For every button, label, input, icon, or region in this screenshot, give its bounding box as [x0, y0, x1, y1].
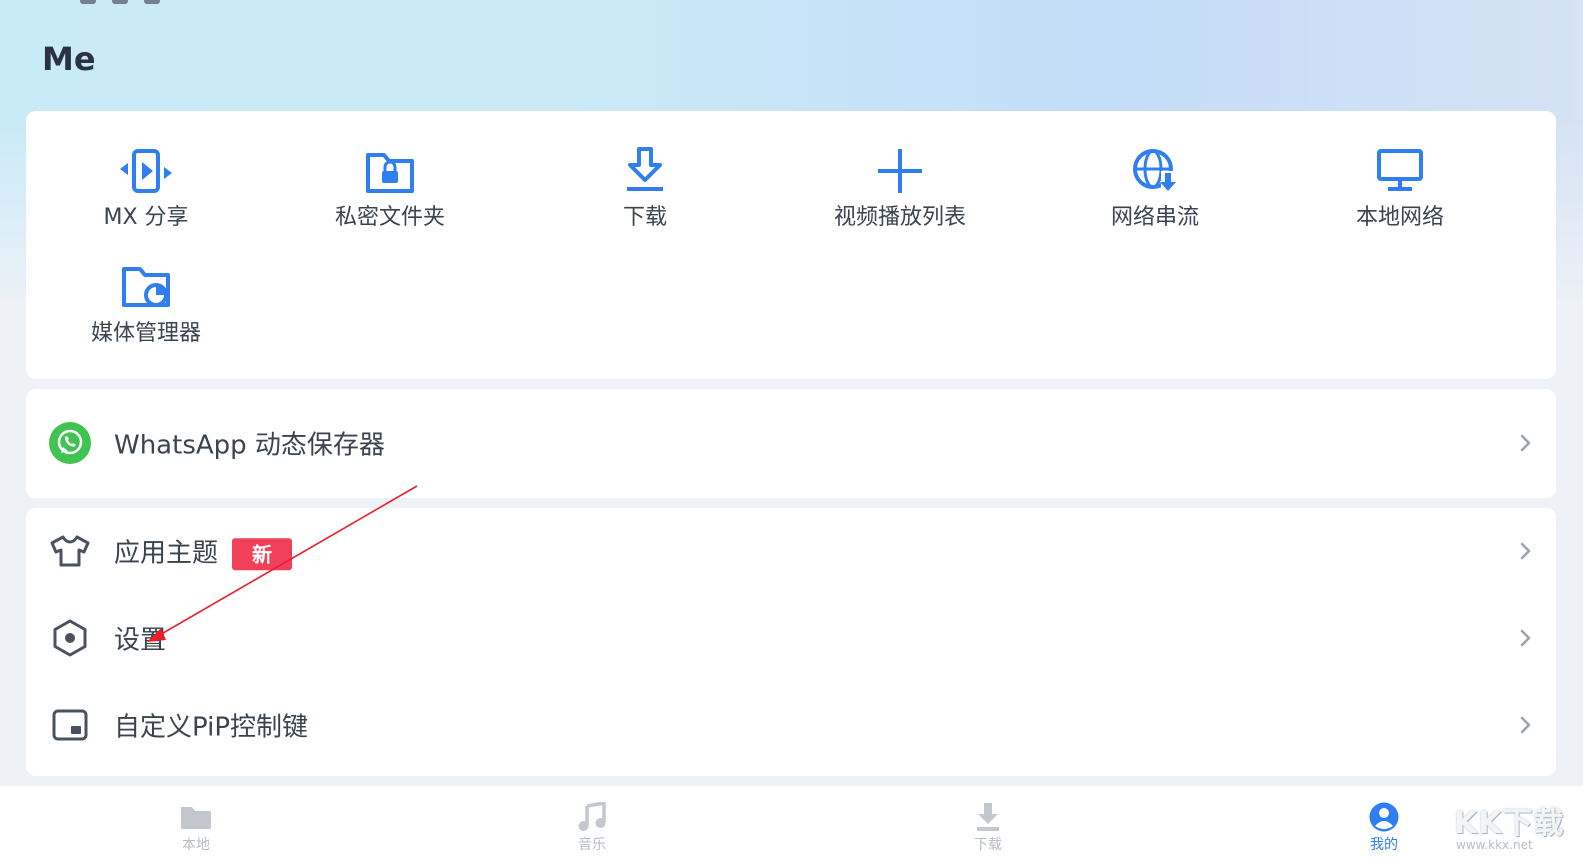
watermark: KK下载 www.kkx.net [1448, 798, 1578, 854]
quick-action-label: 本地网络 [1355, 205, 1444, 230]
nav-label: 我的 [1370, 837, 1398, 853]
quick-action-label: 视频播放列表 [833, 205, 966, 230]
quick-action-label: 私密文件夹 [334, 205, 445, 230]
quick-action-local-network[interactable]: 本地网络 [1280, 145, 1520, 231]
status-icon [112, 0, 128, 4]
nav-download[interactable]: 下载 [948, 802, 1028, 854]
custom-pip-controls-label: 自定义PiP控制键 [114, 712, 309, 743]
mx-share-icon [120, 149, 172, 193]
quick-action-mx-share[interactable]: MX 分享 [26, 145, 266, 231]
quick-action-media-manager[interactable]: 媒体管理器 [26, 261, 266, 347]
settings-row[interactable]: 设置 [26, 595, 1556, 681]
nav-label: 本地 [182, 837, 210, 853]
page-title: Me [42, 40, 96, 78]
plus-icon [878, 149, 922, 193]
nav-music[interactable]: 音乐 [552, 802, 632, 854]
whatsapp-icon [49, 422, 91, 464]
status-icon [80, 0, 96, 4]
download-icon [977, 803, 999, 831]
bottom-navigation: 本地 音乐 下载 我的 [0, 786, 1583, 860]
settings-label: 设置 [114, 625, 167, 656]
chevron-right-icon [1520, 542, 1531, 560]
media-manager-icon [122, 267, 170, 307]
network-stream-icon [1133, 149, 1176, 191]
quick-action-label: MX 分享 [103, 205, 189, 230]
nav-label: 下载 [974, 837, 1002, 853]
private-folder-icon [366, 153, 414, 193]
watermark-url: www.kkx.net [1456, 838, 1533, 852]
quick-action-label: 媒体管理器 [90, 321, 201, 346]
quick-action-video-playlist[interactable]: 视频播放列表 [780, 145, 1020, 231]
music-icon [578, 802, 606, 831]
monitor-icon [1377, 149, 1423, 191]
folder-icon [181, 807, 211, 829]
nav-local[interactable]: 本地 [156, 802, 236, 854]
status-icon [144, 0, 160, 4]
watermark-text: KK下载 [1454, 806, 1565, 841]
whatsapp-card: WhatsApp 动态保存器 [26, 389, 1556, 498]
settings-list-card: 应用主题新 设置 自定义PiP控制键 [26, 508, 1556, 776]
nav-label: 音乐 [578, 837, 606, 853]
custom-pip-controls-row[interactable]: 自定义PiP控制键 [26, 682, 1556, 768]
settings-icon [53, 619, 87, 657]
whatsapp-status-saver-row[interactable]: WhatsApp 动态保存器 [26, 400, 1556, 486]
profile-icon [1369, 802, 1399, 832]
app-theme-label: 应用主题 [114, 538, 219, 569]
chevron-right-icon [1520, 716, 1531, 734]
nav-me[interactable]: 我的 [1344, 802, 1424, 854]
quick-action-network-stream[interactable]: 网络串流 [1035, 145, 1275, 231]
quick-action-label: 网络串流 [1110, 205, 1199, 230]
status-bar [0, 0, 1583, 8]
chevron-right-icon [1520, 434, 1531, 452]
download-icon [627, 147, 663, 191]
pip-icon [52, 709, 88, 741]
app-theme-text: 应用主题新 [114, 532, 293, 570]
quick-action-private-folder[interactable]: 私密文件夹 [270, 145, 510, 231]
new-badge: 新 [232, 537, 293, 570]
chevron-right-icon [1520, 629, 1531, 647]
quick-action-label: 下载 [622, 205, 667, 230]
app-theme-row[interactable]: 应用主题新 [26, 508, 1556, 594]
whatsapp-status-saver-label: WhatsApp 动态保存器 [114, 430, 385, 461]
shirt-icon [50, 535, 90, 567]
quick-action-download[interactable]: 下载 [525, 145, 765, 231]
quick-actions-card: MX 分享 私密文件夹 下载 视频播放列表 网络串流 本地网络 媒体管理器 [26, 111, 1556, 379]
